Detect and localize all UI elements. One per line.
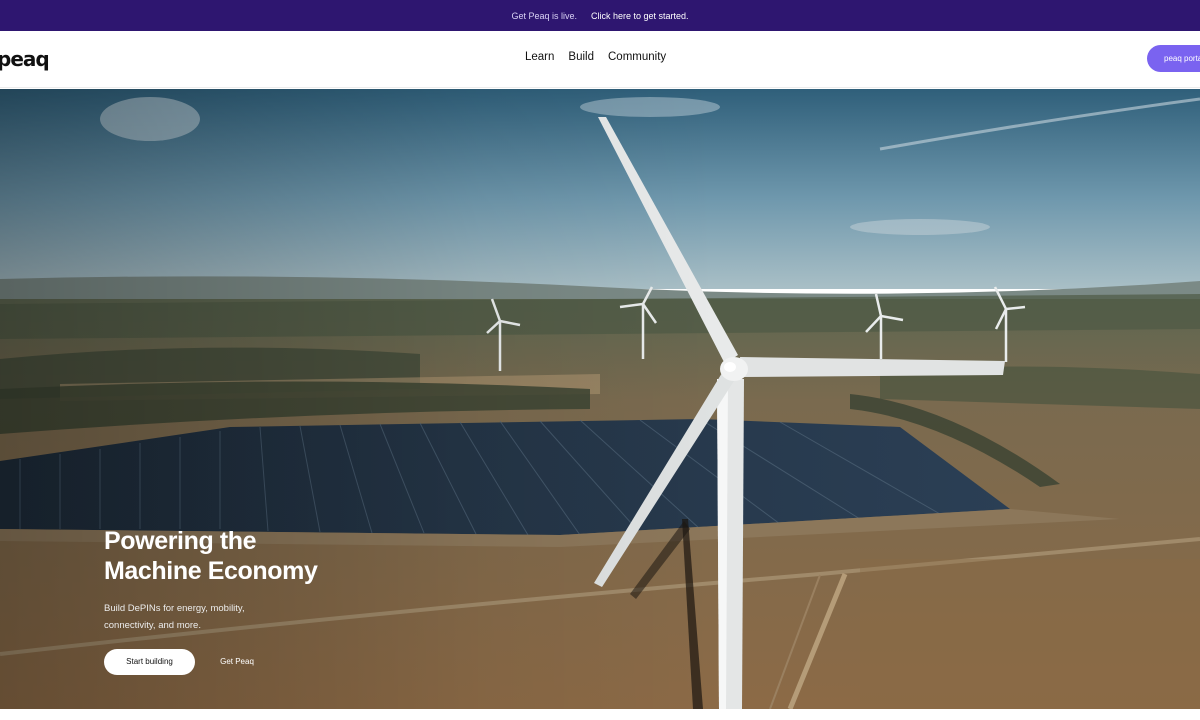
hero-subtitle: Build DePINs for energy, mobility, conne…	[104, 603, 245, 631]
announcement-text: Get Peaq is live.	[511, 10, 577, 21]
hero-title-line-2: Machine Economy	[104, 557, 318, 585]
start-building-button[interactable]: Start building	[104, 649, 195, 675]
page-bottom-strip	[0, 709, 1200, 720]
nav-item-learn[interactable]: Learn	[525, 51, 554, 63]
get-peaq-button[interactable]: Get Peaq	[204, 649, 270, 675]
site-header: peaq Learn Build Community peaq portal	[0, 31, 1200, 88]
announcement-bar: Get Peaq is live. Click here to get star…	[0, 0, 1200, 31]
logo[interactable]: peaq	[0, 49, 50, 69]
nav-item-build[interactable]: Build	[568, 51, 594, 63]
main-nav: Learn Build Community	[525, 51, 666, 63]
announcement-link[interactable]: Click here to get started.	[591, 11, 689, 21]
hero-section: Powering the Machine Economy Build DePIN…	[0, 89, 1200, 709]
hero-title: Powering the Machine Economy	[104, 526, 318, 586]
nav-item-community[interactable]: Community	[608, 51, 666, 63]
portal-button[interactable]: peaq portal	[1147, 45, 1200, 72]
hero-title-line-1: Powering the	[104, 527, 257, 555]
